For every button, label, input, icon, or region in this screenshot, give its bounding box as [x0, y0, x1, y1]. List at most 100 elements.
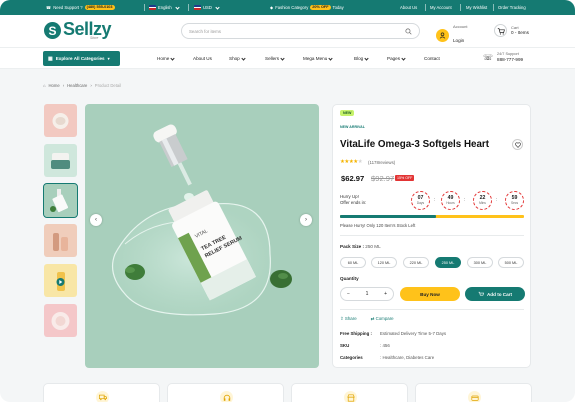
rating-stars: ★★★★★	[340, 159, 363, 165]
quantity-stepper[interactable]: − 1 +	[340, 287, 394, 301]
share-icon: ⇪	[340, 316, 344, 321]
next-image-button[interactable]: ›	[300, 214, 312, 226]
wishlist-button[interactable]	[512, 139, 523, 150]
thumbnail-6[interactable]	[44, 304, 77, 337]
share-compare-row: ⇪ Share ⇄ Compare	[340, 316, 394, 322]
minus-icon[interactable]: −	[347, 291, 350, 297]
payment-icon	[468, 391, 481, 402]
categories-row: Categories: Healthcare, Diabetes Care	[340, 355, 435, 360]
support-label: Need Support ?	[53, 5, 83, 10]
breadcrumb-category[interactable]: Healthcare	[67, 83, 87, 88]
stock-progress-bar	[340, 215, 524, 218]
top-link-order-tracking[interactable]: Order Tracking	[498, 0, 526, 15]
breadcrumb-current: Product Detail	[94, 83, 122, 88]
logo[interactable]: Sellzy	[63, 19, 112, 40]
promo-badge: 20% OFF	[310, 5, 331, 10]
logo-icon[interactable]: S	[44, 22, 61, 39]
pack-option-500ml[interactable]: 500 ML	[498, 257, 524, 268]
timer-hours: 49 Hours	[441, 191, 460, 210]
pack-size-label: Pack Size : 250 ML	[340, 244, 381, 249]
new-badge: NEW	[340, 110, 355, 116]
product-main-image[interactable]: VITAL TEA TREE RELIEF SERUM	[85, 104, 319, 368]
thumbnail-1[interactable]	[44, 104, 77, 137]
thumbnail-5[interactable]	[44, 264, 77, 297]
breadcrumb-home[interactable]: Home	[49, 83, 60, 88]
pack-option-220ml[interactable]: 220 ML	[403, 257, 429, 268]
tag-icon: ◆	[270, 5, 274, 10]
stock-text: Please Hurry! Only 120 Item's Stock Left	[340, 223, 416, 228]
cart-count: 0 - Items	[511, 30, 529, 35]
nav-item-sellers[interactable]: Sellers	[265, 48, 284, 69]
search-icon[interactable]	[405, 28, 412, 35]
add-to-cart-button[interactable]: Add to Cart	[465, 287, 525, 301]
buy-now-button[interactable]: Buy Now	[400, 287, 460, 301]
sku-row: SKU: 456	[340, 343, 390, 348]
thumbnail-4[interactable]	[44, 224, 77, 257]
currency-select[interactable]: USD	[194, 0, 219, 15]
support-info: ☎ Need Support ? (480) 555-0103	[46, 0, 115, 15]
chevron-right-icon: ›	[305, 217, 307, 223]
pack-option-60ml[interactable]: 60 ML	[340, 257, 366, 268]
feature-card-store	[291, 383, 408, 402]
page: ☎ Need Support ? (480) 555-0103 English …	[0, 0, 575, 402]
timer-secs: 59 Secs	[505, 191, 524, 210]
breadcrumb: ⌂ Home › Healthcare › Product Detail	[43, 83, 122, 88]
quantity-value[interactable]: 1	[366, 291, 369, 297]
store-icon	[344, 391, 357, 402]
nav-item-pages[interactable]: Pages	[387, 48, 405, 69]
promo-banner[interactable]: ◆ Fashion Category 20% OFF Today	[270, 0, 344, 15]
flag-icon	[194, 5, 201, 10]
top-bar: ☎ Need Support ? (480) 555-0103 English …	[0, 0, 575, 15]
search-input[interactable]: Search for items	[181, 23, 420, 39]
truck-icon	[96, 391, 109, 402]
top-link-wishlist[interactable]: My Wishlist	[466, 0, 487, 15]
nav-item-mega-menu[interactable]: Mega Menu	[303, 48, 332, 69]
support-contact[interactable]: ☏ 24/7 Support 888-777-999	[483, 52, 523, 63]
account-button[interactable]: Account Login	[436, 24, 469, 47]
user-icon	[436, 29, 449, 42]
main-nav: ▦ Explore All Categories ▾ Home About Us…	[0, 47, 575, 69]
free-shipping-row: Free Shipping : Estimated Delivery Time 5…	[340, 331, 447, 336]
phone-icon: ☎	[46, 5, 52, 10]
heart-icon	[514, 142, 521, 148]
prev-image-button[interactable]: ‹	[90, 214, 102, 226]
pack-option-300ml[interactable]: 300 ML	[467, 257, 493, 268]
language-select[interactable]: English	[149, 0, 179, 15]
search-placeholder: Search for items	[189, 29, 221, 34]
top-link-account[interactable]: My Account	[430, 0, 452, 15]
offer-countdown-label: Hurry Up! Offer ends in:	[340, 194, 367, 205]
cart-icon	[478, 291, 484, 296]
flag-icon	[149, 5, 156, 10]
nav-item-shop[interactable]: Shop	[229, 48, 245, 69]
nav-item-contact[interactable]: Contact	[424, 48, 440, 69]
nav-item-about[interactable]: About Us	[193, 48, 212, 69]
chevron-down-icon: ▾	[107, 56, 110, 61]
timer-days: 07 Days	[411, 191, 430, 210]
headset-icon	[220, 391, 233, 402]
new-arrival-tag: NEW ARRIVAL	[340, 125, 365, 129]
home-icon: ⌂	[43, 83, 46, 88]
top-link-about[interactable]: About Us	[400, 0, 417, 15]
current-price: $62.97	[341, 174, 365, 183]
thumbnail-3[interactable]	[43, 183, 78, 218]
old-price: $92.97	[371, 174, 395, 183]
headset-icon: ☏	[483, 53, 494, 62]
nav-item-home[interactable]: Home	[157, 48, 174, 69]
share-button[interactable]: ⇪ Share	[340, 316, 357, 322]
grid-icon: ▦	[48, 55, 53, 62]
logo-subtitle: Store	[90, 36, 99, 40]
chevron-left-icon: ‹	[95, 217, 97, 223]
discount-badge: 15% OFF	[395, 175, 415, 181]
cart-button[interactable]: Cart 0 - Items	[494, 24, 529, 37]
pack-option-250ml[interactable]: 250 ML	[435, 257, 461, 268]
all-categories-button[interactable]: ▦ Explore All Categories ▾	[43, 51, 120, 66]
pack-option-120ml[interactable]: 120 ML	[371, 257, 397, 268]
nav-item-blog[interactable]: Blog	[354, 48, 368, 69]
support-phone[interactable]: (480) 555-0103	[84, 5, 115, 10]
review-count[interactable]: (1178reviews)	[368, 160, 395, 165]
thumbnail-2[interactable]	[44, 144, 77, 177]
product-title: VitaLife Omega-3 Softgels Heart	[340, 139, 489, 150]
plus-icon[interactable]: +	[384, 291, 387, 297]
compare-button[interactable]: ⇄ Compare	[371, 316, 394, 322]
compare-icon: ⇄	[370, 316, 375, 321]
